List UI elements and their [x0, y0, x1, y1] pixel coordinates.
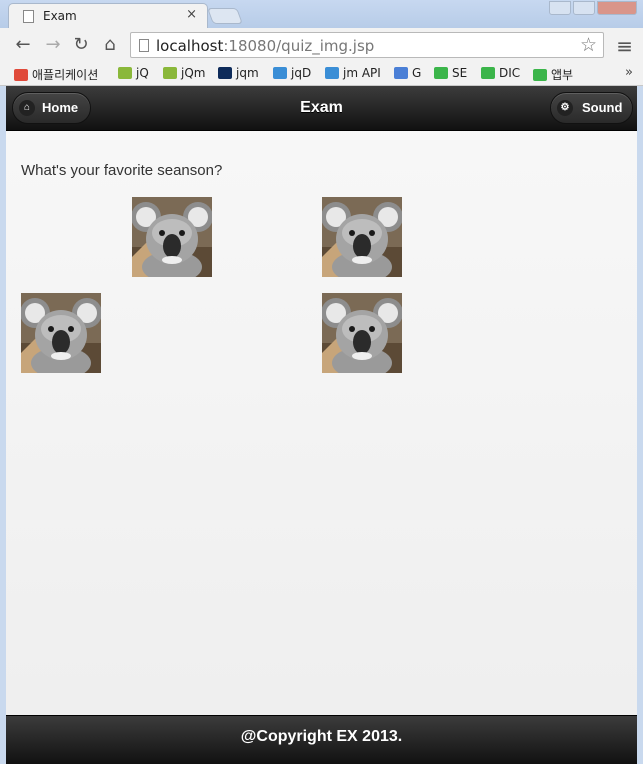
- bookmark-item[interactable]: jqm: [218, 66, 259, 80]
- bookmark-label: jm API: [343, 66, 381, 80]
- bookmark-label: jqm: [236, 66, 259, 80]
- w3-icon: [118, 67, 132, 79]
- home-icon[interactable]: ⌂: [99, 34, 121, 56]
- url-text: localhost:18080/quiz_img.jsp: [156, 37, 375, 55]
- question-text: What's your favorite seanson?: [21, 162, 223, 179]
- forward-icon[interactable]: →: [42, 34, 64, 56]
- back-icon[interactable]: ←: [12, 34, 34, 56]
- minimize-button[interactable]: [549, 1, 571, 15]
- apps-grid-icon: [14, 69, 28, 81]
- bookmark-label: SE: [452, 66, 468, 80]
- google-icon: [394, 67, 408, 79]
- tab-close-icon[interactable]: ×: [186, 7, 197, 22]
- bookmark-label: 앱부: [551, 68, 574, 82]
- bookmark-star-icon[interactable]: ☆: [580, 34, 597, 56]
- gear-icon: ⚙: [557, 100, 573, 116]
- bookmark-item[interactable]: G: [394, 66, 421, 80]
- menu-icon[interactable]: ≡: [616, 34, 633, 58]
- jquery-doc-icon: [273, 67, 287, 79]
- bookmarks-bar: » 애플리케이션 jQ jQm jqm jqD jm API G SE DIC 앱부: [0, 62, 643, 86]
- bookmark-item[interactable]: jQm: [163, 66, 205, 80]
- bookmark-label: G: [412, 66, 422, 80]
- bookmark-box-icon: [533, 69, 547, 81]
- koala-image-1[interactable]: [132, 197, 212, 277]
- koala-image-4[interactable]: [322, 293, 402, 373]
- jquery-doc-icon: [325, 67, 339, 79]
- page-title: Exam: [300, 99, 343, 116]
- bookmark-item[interactable]: SE: [434, 66, 467, 80]
- address-bar[interactable]: localhost:18080/quiz_img.jsp ☆: [130, 32, 604, 58]
- reload-icon[interactable]: ↻: [70, 34, 92, 56]
- bookmark-label: 애플리케이션: [32, 68, 99, 82]
- bookmark-item[interactable]: 앱부: [533, 66, 573, 83]
- bookmark-label: DIC: [499, 66, 521, 80]
- bookmark-label: jQ: [136, 66, 149, 80]
- sound-label: Sound: [582, 100, 623, 115]
- browser-tab[interactable]: Exam ×: [8, 3, 208, 28]
- home-label: Home: [42, 100, 79, 115]
- koala-image-2[interactable]: [322, 197, 402, 277]
- home-button[interactable]: ⌂ Home: [12, 92, 91, 124]
- bookmark-item[interactable]: DIC: [481, 66, 520, 80]
- bookmark-box-icon: [481, 67, 495, 79]
- home-icon: ⌂: [19, 100, 35, 116]
- bookmark-label: jQm: [181, 66, 206, 80]
- page-icon: [23, 10, 34, 23]
- bookmark-item[interactable]: jqD: [273, 66, 311, 80]
- page-header: Exam ⌂ Home ⚙ Sound: [6, 86, 637, 131]
- maximize-button[interactable]: [573, 1, 595, 15]
- bookmark-item[interactable]: jm API: [325, 66, 381, 80]
- window-border: [637, 86, 643, 764]
- page-icon: [139, 39, 149, 52]
- page-footer: @Copyright EX 2013.: [6, 715, 637, 764]
- jquery-icon: [218, 67, 232, 79]
- tab-title: Exam: [43, 9, 77, 23]
- page-viewport: Exam ⌂ Home ⚙ Sound What's your favorite…: [6, 86, 637, 764]
- window-controls: [547, 0, 637, 18]
- more-bookmarks-icon[interactable]: »: [625, 65, 633, 80]
- koala-image-3[interactable]: [21, 293, 101, 373]
- bookmark-item[interactable]: 애플리케이션: [14, 66, 98, 83]
- w3-icon: [163, 67, 177, 79]
- bookmark-label: jqD: [291, 66, 312, 80]
- new-tab-button[interactable]: [207, 8, 243, 24]
- bookmark-item[interactable]: jQ: [118, 66, 149, 80]
- browser-toolbar: ← → ↻ ⌂ localhost:18080/quiz_img.jsp ☆ ≡: [0, 28, 643, 62]
- bookmark-box-icon: [434, 67, 448, 79]
- tab-strip: Exam ×: [0, 0, 643, 28]
- close-window-button[interactable]: [597, 1, 637, 15]
- sound-button[interactable]: ⚙ Sound: [550, 92, 633, 124]
